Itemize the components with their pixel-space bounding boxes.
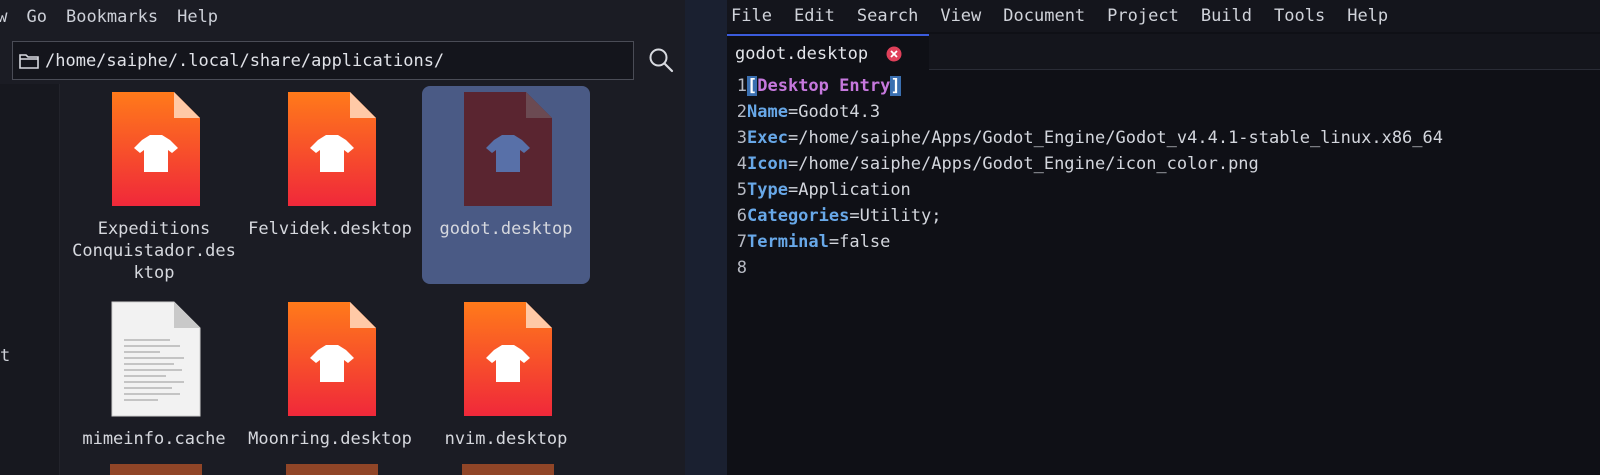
file-item[interactable]: mimeinfo.cache (70, 296, 238, 475)
code-line: 2 Name=Godot4.3 (727, 99, 880, 125)
line-number: 3 (736, 128, 747, 148)
code-line: 4 Icon=/home/saiphe/Apps/Godot_Engine/ic… (727, 151, 1259, 177)
desktop-file-icon (288, 302, 376, 416)
key: Type (747, 180, 788, 200)
file-item-partial[interactable] (462, 464, 554, 475)
desktop-file-icon (464, 92, 552, 206)
location-bar[interactable]: /home/saiphe/.local/share/applications/ (12, 41, 634, 80)
menu-file[interactable]: File (731, 6, 772, 26)
value: /home/saiphe/Apps/Godot_Engine/icon_colo… (798, 154, 1259, 174)
file-label: Felvidek.desktop (248, 219, 412, 239)
code-line: 7 Terminal=false (727, 229, 891, 255)
file-item-partial[interactable] (286, 464, 378, 475)
code-line: 6 Categories=Utility; (727, 203, 942, 229)
key: Categories (747, 206, 850, 226)
file-item-partial[interactable] (110, 464, 202, 475)
file-label: Moonring.desktop (248, 429, 412, 449)
desktop-background (685, 0, 727, 475)
folder-icon (19, 53, 39, 69)
file-manager-window: ew Go Bookmarks Help /home/saiphe/.local… (0, 0, 685, 475)
key: Icon (747, 154, 788, 174)
file-item-selected[interactable]: godot.desktop (422, 86, 590, 284)
equals: = (828, 232, 840, 252)
menu-tools[interactable]: Tools (1274, 6, 1325, 26)
desktop-file-icon (288, 92, 376, 206)
menu-view[interactable]: ew (0, 7, 7, 27)
desktop-file-icon (112, 92, 200, 206)
tab-godot-desktop[interactable]: godot.desktop (727, 34, 929, 71)
line-number: 6 (736, 206, 747, 226)
value: Application (798, 180, 911, 200)
editor-tab-bar: godot.desktop (727, 34, 1600, 71)
menu-project[interactable]: Project (1107, 6, 1179, 26)
file-item[interactable]: Moonring.desktop (246, 296, 414, 475)
line-number: 5 (736, 180, 747, 200)
line-number: 1 (736, 76, 747, 96)
file-label: nvim.desktop (444, 429, 568, 449)
code-line: 1 [Desktop Entry] (727, 73, 901, 99)
value: Godot4.3 (798, 102, 881, 122)
code-line: 8 (727, 255, 747, 281)
location-path: /home/saiphe/.local/share/applications/ (45, 50, 445, 71)
menu-build[interactable]: Build (1201, 6, 1252, 26)
code-area[interactable]: 1 [Desktop Entry] 2 Name=Godot4.3 3 Exec… (727, 73, 1600, 473)
tab-title: godot.desktop (735, 43, 869, 64)
value: false (839, 232, 891, 252)
text-file-icon (111, 301, 201, 417)
line-number: 2 (736, 102, 747, 122)
value: /home/saiphe/Apps/Godot_Engine/Godot_v4.… (798, 128, 1443, 148)
line-number: 7 (736, 232, 747, 252)
file-label: godot.desktop (439, 219, 573, 239)
line-number: 4 (736, 154, 747, 174)
equals: = (787, 128, 799, 148)
menu-document[interactable]: Document (1003, 6, 1085, 26)
close-tab-button[interactable] (886, 46, 902, 62)
text-editor-window: File Edit Search View Document Project B… (727, 0, 1600, 475)
menu-help[interactable]: Help (1347, 6, 1388, 26)
line-number: 8 (736, 258, 747, 278)
desktop-file-icon (464, 302, 552, 416)
file-item[interactable]: Felvidek.desktop (246, 86, 414, 284)
menu-edit[interactable]: Edit (794, 6, 835, 26)
menu-help[interactable]: Help (177, 7, 218, 27)
key: Exec (747, 128, 788, 148)
key: Name (747, 102, 788, 122)
sidebar-item-fragment[interactable]: t (0, 346, 10, 366)
search-icon (649, 48, 674, 73)
file-grid: Expeditions Conquistador.des ktop Felvid… (60, 84, 685, 475)
file-item[interactable]: nvim.desktop (422, 296, 590, 475)
file-label: Expeditions Conquistador.des ktop (72, 219, 236, 283)
key: Terminal (747, 232, 829, 252)
code-line: 5 Type=Application (727, 177, 911, 203)
close-icon (886, 46, 902, 61)
editor-menubar: File Edit Search View Document Project B… (727, 0, 1600, 32)
section-header: Desktop Entry (757, 76, 891, 96)
equals: = (787, 154, 799, 174)
value: Utility; (859, 206, 942, 226)
file-manager-menubar: ew Go Bookmarks Help (0, 0, 685, 34)
file-label: mimeinfo.cache (82, 429, 226, 449)
menu-bookmarks[interactable]: Bookmarks (66, 7, 158, 27)
equals: = (849, 206, 860, 226)
file-item[interactable]: Expeditions Conquistador.des ktop (70, 86, 238, 284)
menu-view[interactable]: View (940, 6, 981, 26)
bracket-open: [ (747, 76, 758, 96)
search-button[interactable] (644, 43, 678, 77)
places-sidebar: t (0, 84, 60, 475)
menu-go[interactable]: Go (26, 7, 46, 27)
menu-search[interactable]: Search (857, 6, 918, 26)
code-line: 3 Exec=/home/saiphe/Apps/Godot_Engine/Go… (727, 125, 1443, 151)
equals: = (787, 102, 799, 122)
bracket-close: ] (890, 76, 901, 96)
equals: = (787, 180, 799, 200)
